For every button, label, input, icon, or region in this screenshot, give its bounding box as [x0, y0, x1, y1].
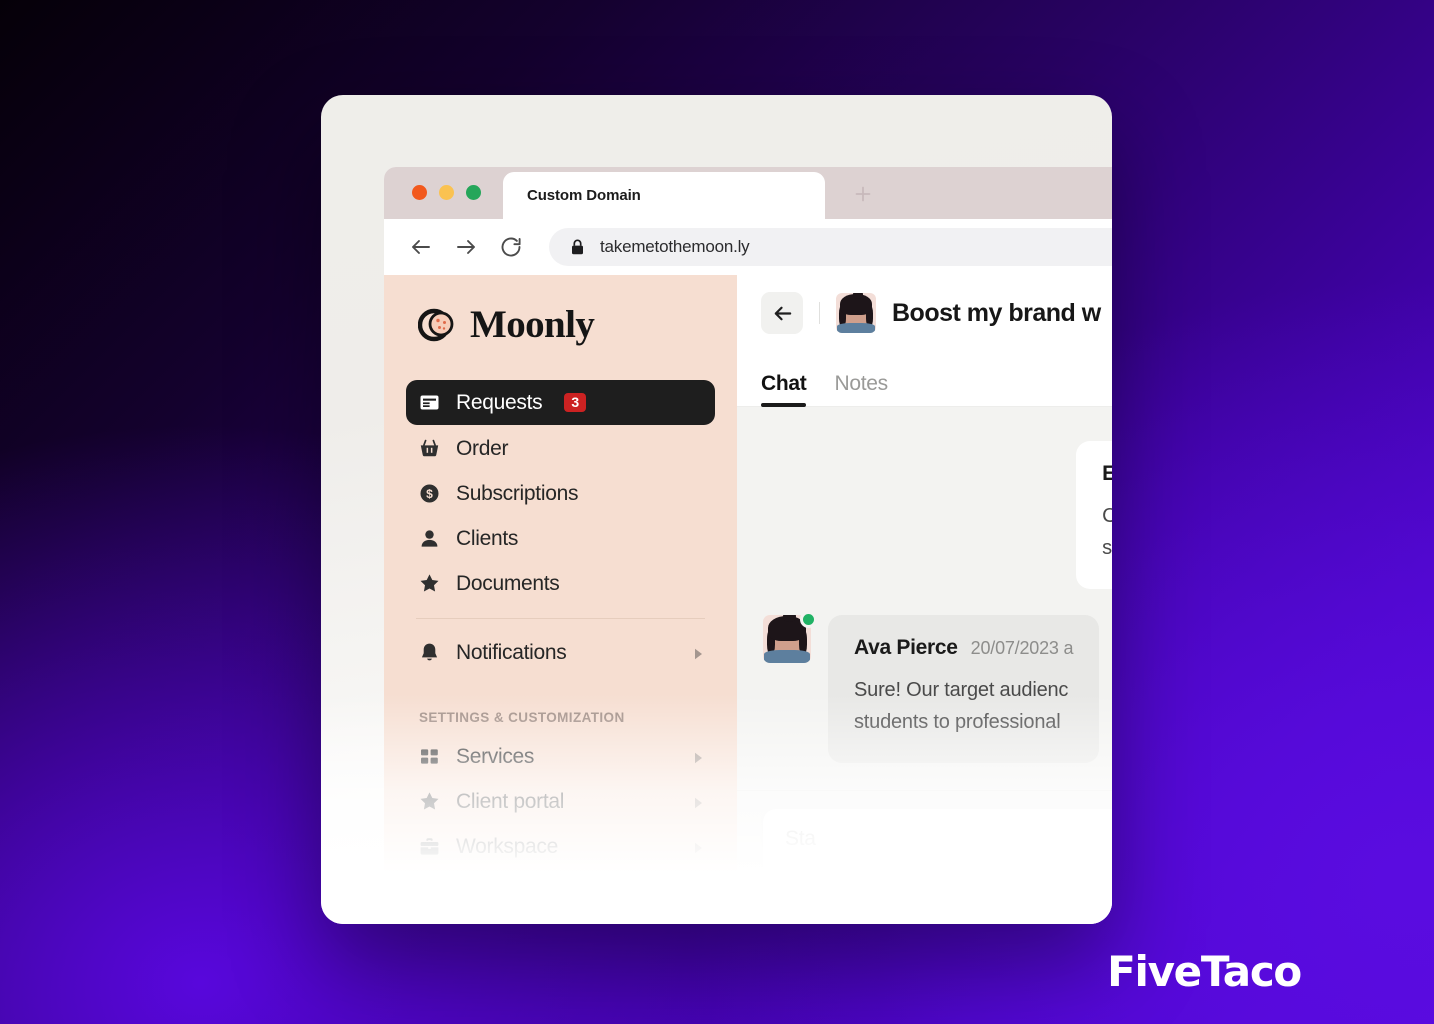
sidebar-item-label: Requests — [456, 390, 543, 414]
moonly-logo-icon — [417, 306, 456, 344]
tab-chat[interactable]: Chat — [761, 372, 807, 407]
sidebar-item-subscriptions[interactable]: $ Subscriptions — [406, 472, 715, 515]
bell-icon — [419, 642, 440, 663]
sidebar-item-label: Documents — [456, 571, 560, 595]
sidebar-item-label: Client portal — [456, 789, 565, 813]
sidebar-item-label: Order — [456, 436, 509, 460]
browser-tab-strip: Custom Domain — [384, 167, 1112, 219]
browser-tab[interactable]: Custom Domain — [503, 172, 825, 219]
chevron-right-icon — [694, 796, 703, 808]
sidebar-item-notifications[interactable]: Notifications — [406, 631, 715, 674]
message-row: Ethan Davis Could you t start? — [763, 441, 1112, 589]
minimize-window-button[interactable] — [439, 185, 454, 200]
message-bubble-outgoing: Ethan Davis Could you t start? — [1076, 441, 1112, 589]
sidebar-item-client-portal[interactable]: Client portal — [406, 780, 715, 823]
avatar-illustration — [836, 293, 876, 333]
app-viewport: Moonly Requests 3 Order $ Subscriptions … — [384, 275, 1112, 924]
close-window-button[interactable] — [412, 185, 427, 200]
message-author: Ava Pierce — [854, 635, 958, 659]
sidebar-item-order[interactable]: Order — [406, 427, 715, 470]
sidebar-item-label: Subscriptions — [456, 481, 579, 505]
message-bubble-incoming: Ava Pierce 20/07/2023 a Sure! Our target… — [828, 614, 1100, 763]
maximize-window-button[interactable] — [466, 185, 481, 200]
message-author: Ethan Davis — [1102, 462, 1112, 485]
promo-card: Custom Domain takemetothemoon.ly Moonly … — [321, 95, 1112, 924]
brand-name: Moonly — [470, 303, 595, 346]
sidebar-item-label: Notifications — [456, 640, 567, 664]
online-status-dot — [800, 610, 817, 628]
conversation-tabs: Chat Notes — [737, 351, 1112, 407]
grid-icon — [419, 746, 440, 767]
fivetaco-watermark: FiveTaco — [1107, 947, 1302, 996]
lock-icon — [571, 239, 584, 255]
sidebar-item-workspace[interactable]: Workspace — [406, 825, 715, 868]
sidebar-item-label: Clients — [456, 526, 519, 550]
message-row: Ava Pierce 20/07/2023 a Sure! Our target… — [763, 610, 1112, 763]
star-icon — [419, 573, 440, 594]
conversation-panel: Boost my brand w Chat Notes Ethan Davis — [737, 275, 1112, 924]
window-traffic-lights — [412, 185, 481, 200]
conversation-avatar — [836, 293, 876, 333]
dollar-circle-icon: $ — [419, 483, 440, 504]
brand-logo[interactable]: Moonly — [406, 305, 715, 344]
tab-notes[interactable]: Notes — [834, 372, 888, 406]
sidebar-item-requests[interactable]: Requests 3 — [406, 380, 715, 425]
new-tab-icon[interactable] — [854, 185, 872, 203]
message-input[interactable]: Sta — [763, 809, 1112, 897]
app-sidebar: Moonly Requests 3 Order $ Subscriptions … — [384, 275, 737, 924]
back-arrow-icon[interactable] — [408, 234, 434, 260]
requests-badge: 3 — [564, 393, 587, 412]
conversation-title: Boost my brand w — [892, 298, 1101, 327]
address-bar[interactable]: takemetothemoon.ly — [549, 228, 1112, 266]
reload-icon[interactable] — [498, 234, 524, 260]
browser-tab-title: Custom Domain — [527, 187, 641, 204]
browser-window: Custom Domain takemetothemoon.ly Moonly … — [384, 167, 1112, 924]
sidebar-divider — [416, 618, 705, 619]
briefcase-icon — [419, 836, 440, 857]
conversation-back-button[interactable] — [761, 292, 803, 334]
forward-arrow-icon[interactable] — [453, 234, 479, 260]
message-timestamp: 20/07/2023 a — [970, 637, 1074, 658]
composer-area: Sta — [737, 790, 1112, 924]
message-thread[interactable]: Ethan Davis Could you t start? — [737, 407, 1112, 790]
requests-icon — [419, 392, 440, 413]
message-avatar-wrap — [763, 610, 817, 663]
message-meta: Ethan Davis — [1102, 462, 1112, 486]
svg-text:$: $ — [426, 487, 433, 501]
sidebar-item-label: Services — [456, 744, 535, 768]
sidebar-item-services[interactable]: Services — [406, 735, 715, 778]
person-icon — [419, 528, 440, 549]
message-meta: Ava Pierce 20/07/2023 a — [854, 635, 1074, 660]
chevron-right-icon — [694, 751, 703, 763]
chevron-right-icon — [694, 841, 703, 853]
browser-toolbar: takemetothemoon.ly — [384, 219, 1112, 275]
chevron-right-icon — [694, 647, 703, 659]
sidebar-item-label: Workspace — [456, 834, 558, 858]
star-icon — [419, 791, 440, 812]
sidebar-item-clients[interactable]: Clients — [406, 517, 715, 560]
sidebar-item-documents[interactable]: Documents — [406, 562, 715, 605]
sidebar-section-label: SETTINGS & CUSTOMIZATION — [419, 710, 625, 725]
basket-icon — [419, 438, 440, 459]
conversation-header: Boost my brand w — [737, 275, 1112, 351]
header-divider — [819, 302, 820, 324]
message-text: Sure! Our target audienc students to pro… — [854, 678, 1069, 734]
address-bar-url: takemetothemoon.ly — [600, 237, 750, 256]
message-text: Could you t start? — [1102, 505, 1112, 560]
